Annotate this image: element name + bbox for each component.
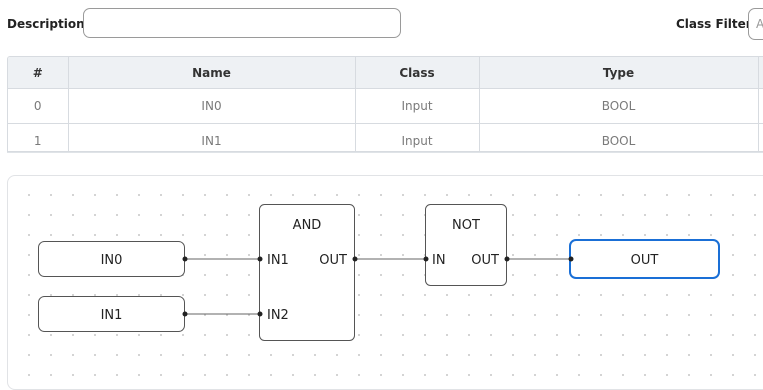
port-handle-not-in[interactable] bbox=[423, 256, 429, 262]
port-handle-not-out[interactable] bbox=[504, 256, 510, 262]
port-handle-and-out[interactable] bbox=[352, 256, 358, 262]
not-block[interactable]: NOT IN OUT bbox=[425, 204, 507, 286]
input-node-label: IN1 bbox=[101, 308, 123, 323]
output-node-out[interactable]: OUT bbox=[569, 239, 720, 279]
port-handle-in1-out[interactable] bbox=[182, 311, 188, 317]
not-block-title: NOT bbox=[452, 218, 480, 233]
port-handle-out-in[interactable] bbox=[568, 256, 574, 262]
port-handle-and-in2[interactable] bbox=[257, 311, 263, 317]
and-port-out: OUT bbox=[319, 253, 347, 268]
input-node-in1[interactable]: IN1 bbox=[38, 296, 185, 332]
not-port-out: OUT bbox=[471, 253, 499, 268]
input-node-label: IN0 bbox=[101, 253, 123, 268]
and-port-in2: IN2 bbox=[267, 308, 289, 323]
port-handle-in0-out[interactable] bbox=[182, 256, 188, 262]
and-block[interactable]: AND IN1 IN2 OUT bbox=[259, 204, 355, 341]
port-handle-and-in1[interactable] bbox=[257, 256, 263, 262]
not-port-in: IN bbox=[432, 253, 446, 268]
input-node-in0[interactable]: IN0 bbox=[38, 241, 185, 277]
logic-diagram: IN0 IN1 AND IN1 IN2 OUT NOT IN OUT OUT bbox=[38, 204, 720, 341]
and-port-in1: IN1 bbox=[267, 253, 289, 268]
and-block-title: AND bbox=[293, 218, 322, 233]
output-node-label: OUT bbox=[631, 253, 659, 268]
